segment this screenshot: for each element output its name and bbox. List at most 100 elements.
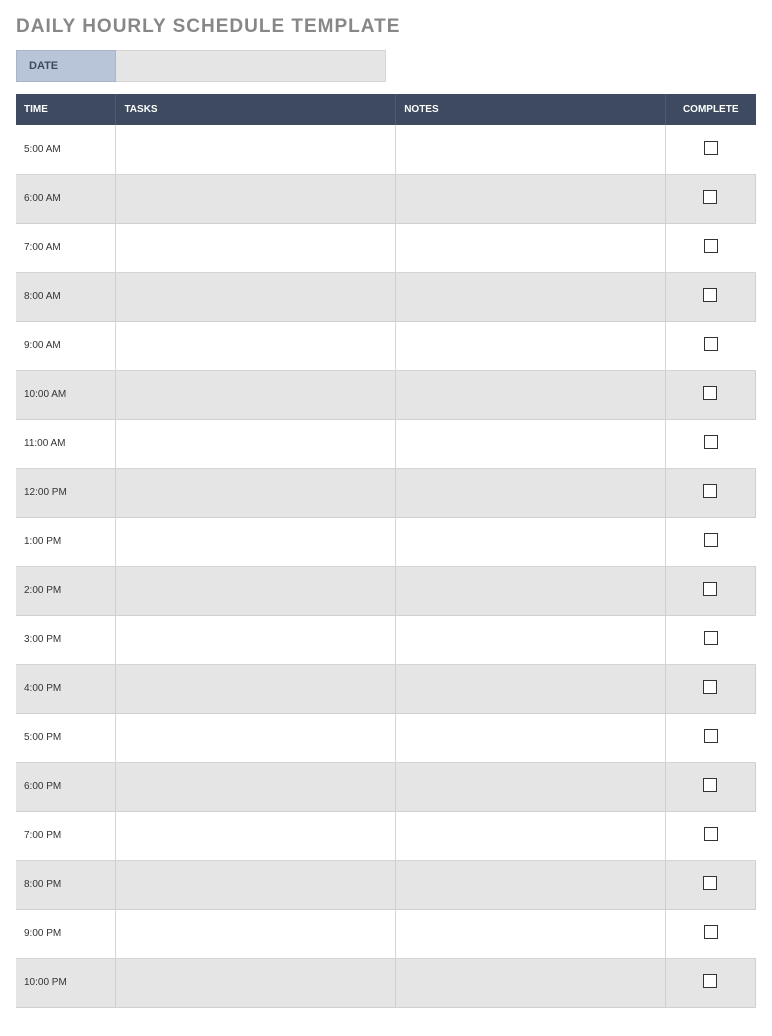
- cell-time: 12:00 PM: [16, 468, 116, 517]
- cell-complete: [665, 909, 755, 958]
- cell-complete: [665, 860, 755, 909]
- header-tasks: TASKS: [116, 94, 396, 125]
- complete-checkbox[interactable]: [704, 533, 718, 547]
- cell-time: 7:00 PM: [16, 811, 116, 860]
- cell-tasks[interactable]: [116, 174, 396, 223]
- cell-complete: [665, 615, 755, 664]
- table-header-row: TIME TASKS NOTES COMPLETE: [16, 94, 756, 125]
- cell-notes[interactable]: [396, 958, 666, 1007]
- complete-checkbox[interactable]: [704, 631, 718, 645]
- cell-notes[interactable]: [396, 615, 666, 664]
- date-input[interactable]: [116, 50, 386, 82]
- cell-notes[interactable]: [396, 321, 666, 370]
- table-row: 8:00 PM: [16, 860, 756, 909]
- complete-checkbox[interactable]: [703, 974, 717, 988]
- table-row: 6:00 AM: [16, 174, 756, 223]
- cell-time: 6:00 AM: [16, 174, 116, 223]
- cell-time: 10:00 AM: [16, 370, 116, 419]
- cell-notes[interactable]: [396, 566, 666, 615]
- cell-notes[interactable]: [396, 125, 666, 174]
- table-row: 12:00 PM: [16, 468, 756, 517]
- cell-time: 8:00 PM: [16, 860, 116, 909]
- cell-notes[interactable]: [396, 419, 666, 468]
- cell-notes[interactable]: [396, 909, 666, 958]
- complete-checkbox[interactable]: [704, 337, 718, 351]
- table-row: 11:00 AM: [16, 419, 756, 468]
- cell-complete: [665, 272, 755, 321]
- schedule-table: TIME TASKS NOTES COMPLETE 5:00 AM6:00 AM…: [16, 94, 756, 1008]
- cell-tasks[interactable]: [116, 713, 396, 762]
- cell-notes[interactable]: [396, 468, 666, 517]
- complete-checkbox[interactable]: [703, 582, 717, 596]
- cell-notes[interactable]: [396, 713, 666, 762]
- cell-tasks[interactable]: [116, 468, 396, 517]
- cell-complete: [665, 713, 755, 762]
- cell-complete: [665, 370, 755, 419]
- table-row: 1:00 PM: [16, 517, 756, 566]
- cell-tasks[interactable]: [116, 811, 396, 860]
- cell-time: 11:00 AM: [16, 419, 116, 468]
- cell-notes[interactable]: [396, 174, 666, 223]
- complete-checkbox[interactable]: [703, 876, 717, 890]
- cell-complete: [665, 762, 755, 811]
- table-row: 5:00 PM: [16, 713, 756, 762]
- cell-time: 5:00 PM: [16, 713, 116, 762]
- complete-checkbox[interactable]: [704, 141, 718, 155]
- complete-checkbox[interactable]: [704, 925, 718, 939]
- table-row: 7:00 PM: [16, 811, 756, 860]
- cell-tasks[interactable]: [116, 860, 396, 909]
- table-row: 9:00 PM: [16, 909, 756, 958]
- complete-checkbox[interactable]: [703, 190, 717, 204]
- cell-tasks[interactable]: [116, 517, 396, 566]
- cell-notes[interactable]: [396, 272, 666, 321]
- complete-checkbox[interactable]: [703, 386, 717, 400]
- date-label: DATE: [16, 50, 116, 82]
- cell-tasks[interactable]: [116, 958, 396, 1007]
- cell-notes[interactable]: [396, 664, 666, 713]
- complete-checkbox[interactable]: [704, 239, 718, 253]
- cell-complete: [665, 174, 755, 223]
- complete-checkbox[interactable]: [704, 435, 718, 449]
- cell-complete: [665, 419, 755, 468]
- cell-complete: [665, 811, 755, 860]
- cell-time: 7:00 AM: [16, 223, 116, 272]
- complete-checkbox[interactable]: [704, 827, 718, 841]
- cell-tasks[interactable]: [116, 370, 396, 419]
- cell-time: 5:00 AM: [16, 125, 116, 174]
- cell-tasks[interactable]: [116, 566, 396, 615]
- cell-notes[interactable]: [396, 860, 666, 909]
- cell-complete: [665, 321, 755, 370]
- table-row: 3:00 PM: [16, 615, 756, 664]
- cell-notes[interactable]: [396, 370, 666, 419]
- cell-notes[interactable]: [396, 517, 666, 566]
- cell-complete: [665, 664, 755, 713]
- complete-checkbox[interactable]: [703, 288, 717, 302]
- cell-time: 10:00 PM: [16, 958, 116, 1007]
- complete-checkbox[interactable]: [703, 680, 717, 694]
- cell-notes[interactable]: [396, 223, 666, 272]
- cell-time: 1:00 PM: [16, 517, 116, 566]
- cell-complete: [665, 517, 755, 566]
- complete-checkbox[interactable]: [703, 484, 717, 498]
- cell-tasks[interactable]: [116, 272, 396, 321]
- cell-notes[interactable]: [396, 762, 666, 811]
- cell-tasks[interactable]: [116, 321, 396, 370]
- cell-tasks[interactable]: [116, 223, 396, 272]
- cell-notes[interactable]: [396, 811, 666, 860]
- cell-time: 3:00 PM: [16, 615, 116, 664]
- cell-tasks[interactable]: [116, 762, 396, 811]
- complete-checkbox[interactable]: [704, 729, 718, 743]
- cell-tasks[interactable]: [116, 664, 396, 713]
- cell-time: 8:00 AM: [16, 272, 116, 321]
- cell-tasks[interactable]: [116, 909, 396, 958]
- page-title: DAILY HOURLY SCHEDULE TEMPLATE: [16, 16, 756, 38]
- cell-tasks[interactable]: [116, 419, 396, 468]
- cell-complete: [665, 223, 755, 272]
- complete-checkbox[interactable]: [703, 778, 717, 792]
- cell-complete: [665, 566, 755, 615]
- cell-tasks[interactable]: [116, 615, 396, 664]
- date-row: DATE: [16, 50, 756, 82]
- cell-complete: [665, 125, 755, 174]
- table-body: 5:00 AM6:00 AM7:00 AM8:00 AM9:00 AM10:00…: [16, 125, 756, 1007]
- cell-tasks[interactable]: [116, 125, 396, 174]
